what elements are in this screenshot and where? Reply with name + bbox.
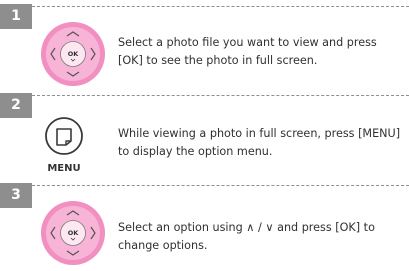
menu-button-label: MENU	[47, 163, 80, 174]
step-3: 3 OK Select an option using ∧ / ∨ and pr…	[0, 179, 409, 267]
step-number-badge: 3	[0, 183, 32, 208]
step-2: 2 MENU While viewing a photo in full scr…	[0, 89, 409, 177]
dashed-divider	[32, 185, 409, 186]
dashed-divider	[32, 6, 409, 7]
step-description: While viewing a photo in full screen, pr…	[118, 127, 401, 158]
dpad-ok-label: OK	[68, 50, 80, 58]
dpad-ok-icon: OK	[41, 22, 105, 86]
step-1: 1 OK Select a photo file you want to vie…	[0, 0, 409, 88]
step-number-badge: 2	[0, 93, 32, 118]
step-description: Select a photo file you want to view and…	[118, 36, 377, 67]
dpad-ok-label: OK	[68, 229, 80, 237]
step-number-badge: 1	[0, 4, 32, 29]
menu-button-icon: MENU	[45, 117, 83, 174]
dashed-divider	[32, 95, 409, 96]
dpad-ok-icon: OK	[41, 201, 105, 265]
step-description: Select an option using ∧ / ∨ and press […	[118, 221, 375, 252]
